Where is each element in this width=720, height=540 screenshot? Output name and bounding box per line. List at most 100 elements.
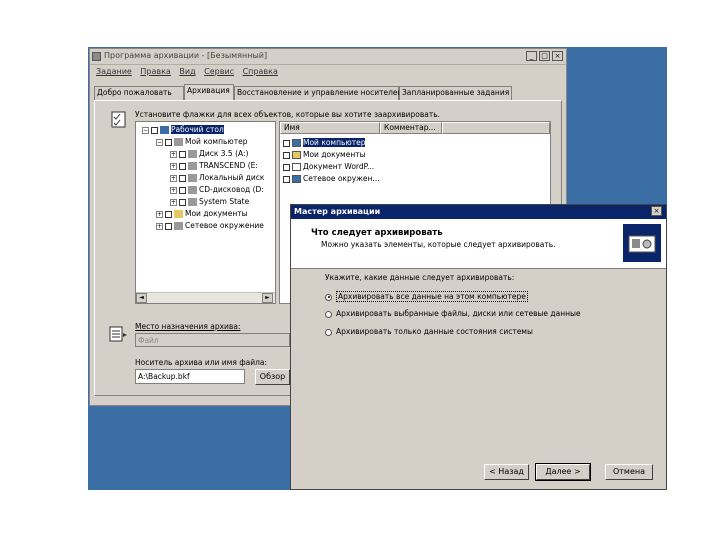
list-item[interactable]: Сетевое окружен... xyxy=(283,174,380,184)
folder-icon xyxy=(174,210,183,218)
tree-horizontal-scrollbar[interactable]: ◄ ► xyxy=(136,292,275,303)
radio-backup-system-state[interactable] xyxy=(325,328,332,336)
tree-checkbox[interactable] xyxy=(179,186,186,194)
list-checkbox[interactable] xyxy=(283,151,290,159)
back-button[interactable]: < Назад xyxy=(484,464,529,480)
tree-item-label: Рабочий стол xyxy=(171,125,224,134)
list-checkbox[interactable] xyxy=(283,163,290,171)
list-item-label: Сетевое окружен... xyxy=(303,174,380,183)
option-backup-system-state[interactable]: Архивировать только данные состояния сис… xyxy=(325,327,533,336)
tree-item[interactable]: + Сетевое окружение xyxy=(156,221,264,231)
backup-wizard-icon xyxy=(623,224,661,262)
item-icon xyxy=(292,139,301,147)
tree-item-label: TRANSCEND (E: xyxy=(199,161,258,170)
wizard-titlebar[interactable]: Мастер архивации × xyxy=(291,205,666,219)
media-filename-input[interactable]: A:\Backup.bkf xyxy=(135,369,245,384)
close-button[interactable]: × xyxy=(552,51,563,61)
backup-window-title: Программа архивации - [Безымянный] xyxy=(104,51,268,60)
folder-icon xyxy=(188,162,197,170)
tree-checkbox[interactable] xyxy=(179,162,186,170)
browse-button[interactable]: Обзор xyxy=(255,369,290,385)
expand-icon[interactable]: + xyxy=(156,210,163,218)
tree-item-label: System State xyxy=(199,197,250,206)
scroll-left-icon[interactable]: ◄ xyxy=(136,293,147,303)
list-checkbox[interactable] xyxy=(283,175,290,183)
list-item[interactable]: Мой компьютер xyxy=(283,138,366,148)
expand-icon[interactable]: − xyxy=(156,138,163,146)
menu-item-task[interactable]: Задание xyxy=(96,67,132,76)
expand-icon[interactable]: + xyxy=(156,222,163,230)
tree-item[interactable]: + System State xyxy=(170,197,249,207)
tree-item-label: Локальный диск xyxy=(199,173,265,182)
backup-window-titlebar[interactable]: Программа архивации - [Безымянный] _ □ × xyxy=(90,49,566,65)
cancel-button[interactable]: Отмена xyxy=(605,464,653,480)
wizard-close-button[interactable]: × xyxy=(651,206,662,216)
tree-checkbox[interactable] xyxy=(165,222,172,230)
wizard-title: Мастер архивации xyxy=(294,207,381,216)
tree-item[interactable]: + Локальный диск xyxy=(170,173,264,183)
wizard-heading: Что следует архивировать xyxy=(311,228,443,238)
expand-icon[interactable]: + xyxy=(170,174,177,182)
scroll-right-icon[interactable]: ► xyxy=(262,293,273,303)
tree-item-label: Диск 3.5 (A:) xyxy=(199,149,249,158)
list-item[interactable]: Мои документы xyxy=(283,150,366,160)
menu-bar: Задание Правка Вид Сервис Справка xyxy=(96,67,284,76)
backup-instruction: Установите флажки для всех объектов, кот… xyxy=(135,110,441,119)
tree-checkbox[interactable] xyxy=(179,174,186,182)
minimize-button[interactable]: _ xyxy=(526,51,537,61)
tab-welcome[interactable]: Добро пожаловать xyxy=(94,86,184,100)
tree-item[interactable]: + Диск 3.5 (A:) xyxy=(170,149,248,159)
item-icon xyxy=(292,163,301,171)
wizard-question: Укажите, какие данные следует архивирова… xyxy=(325,273,515,282)
expand-icon[interactable]: + xyxy=(170,186,177,194)
radio-backup-all[interactable] xyxy=(325,293,332,301)
expand-icon[interactable]: − xyxy=(142,126,149,134)
column-header-name[interactable]: Имя xyxy=(280,122,380,134)
tree-item[interactable]: + CD-дисковод (D: xyxy=(170,185,264,195)
tree-item[interactable]: − Мой компьютер xyxy=(156,137,247,147)
menu-item-view[interactable]: Вид xyxy=(179,67,195,76)
tree-checkbox[interactable] xyxy=(179,150,186,158)
folder-icon xyxy=(174,222,183,230)
folder-icon xyxy=(188,174,197,182)
option-backup-all[interactable]: Архивировать все данные на этом компьюте… xyxy=(325,291,528,302)
tree-item[interactable]: + Мои документы xyxy=(156,209,248,219)
folder-icon xyxy=(188,198,197,206)
tab-scheduled[interactable]: Запланированные задания xyxy=(399,86,512,100)
tab-backup[interactable]: Архивация xyxy=(184,84,234,101)
tree-checkbox[interactable] xyxy=(165,210,172,218)
maximize-button[interactable]: □ xyxy=(539,51,550,61)
list-checkbox[interactable] xyxy=(283,139,290,147)
tree-item-label: Мои документы xyxy=(185,209,248,218)
folder-icon xyxy=(160,126,169,134)
tree-item-label: CD-дисковод (D: xyxy=(199,185,264,194)
column-header-comment[interactable]: Комментар... xyxy=(380,122,442,134)
destination-select[interactable]: Файл xyxy=(135,333,290,347)
option-backup-selected[interactable]: Архивировать выбранные файлы, диски или … xyxy=(325,309,581,318)
tree-checkbox[interactable] xyxy=(179,198,186,206)
tree-item[interactable]: − Рабочий стол xyxy=(142,125,224,135)
radio-backup-selected[interactable] xyxy=(325,310,332,318)
tab-restore[interactable]: Восстановление и управление носителем xyxy=(234,86,403,100)
expand-icon[interactable]: + xyxy=(170,162,177,170)
column-header-filler xyxy=(442,122,550,134)
next-button[interactable]: Далее > xyxy=(535,463,591,481)
folder-tree: − Рабочий стол − Мой компьютер + Диск 3.5 (A:… xyxy=(135,121,276,304)
expand-icon[interactable]: + xyxy=(170,150,177,158)
tree-checkbox[interactable] xyxy=(151,126,158,134)
tree-item-label: Мой компьютер xyxy=(185,137,248,146)
list-item[interactable]: Документ WordP... xyxy=(283,162,374,172)
expand-icon[interactable]: + xyxy=(170,198,177,206)
option-backup-selected-label: Архивировать выбранные файлы, диски или … xyxy=(336,309,581,318)
list-item-label: Документ WordP... xyxy=(303,162,375,171)
list-item-label: Мой компьютер xyxy=(303,138,366,147)
menu-item-edit[interactable]: Правка xyxy=(140,67,170,76)
tree-item-label: Сетевое окружение xyxy=(185,221,264,230)
menu-item-tools[interactable]: Сервис xyxy=(204,67,234,76)
tree-checkbox[interactable] xyxy=(165,138,172,146)
menu-item-help[interactable]: Справка xyxy=(243,67,278,76)
folder-icon xyxy=(188,186,197,194)
media-label: Носитель архива или имя файла: xyxy=(135,358,268,367)
item-icon xyxy=(292,151,301,159)
tree-item[interactable]: + TRANSCEND (E: xyxy=(170,161,258,171)
